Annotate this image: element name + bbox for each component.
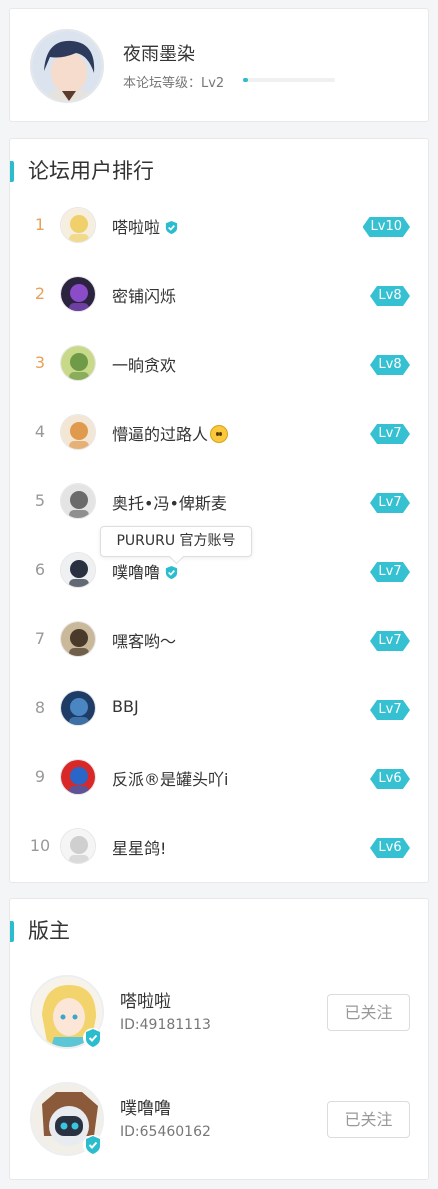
level-progress-bar — [243, 78, 335, 82]
moderator-name[interactable]: 嗒啦啦 — [120, 987, 171, 1012]
rank-number: 5 — [34, 491, 46, 510]
user-name[interactable]: BBJ — [112, 697, 139, 716]
ranking-row[interactable]: 5 奥托•冯•俾斯麦 Lv7 — [10, 477, 430, 527]
user-name[interactable]: 一晌贪欢 — [112, 352, 176, 376]
ranking-row[interactable]: 10 星星鸽! Lv6 — [10, 822, 430, 872]
user-name-text: 一晌贪欢 — [112, 356, 177, 375]
level-progress-fill — [243, 78, 248, 82]
user-avatar[interactable] — [30, 29, 104, 103]
user-name[interactable]: 嗒啦啦 — [112, 214, 179, 238]
rank-number: 7 — [34, 629, 46, 648]
user-avatar[interactable] — [60, 483, 96, 519]
rank-number: 10 — [29, 836, 51, 855]
follow-button[interactable]: 已关注 — [327, 1101, 410, 1138]
level-badge: Lv7 — [370, 700, 410, 720]
moderator-name[interactable]: 噗噜噜 — [120, 1094, 171, 1119]
level-badge: Lv10 — [363, 217, 410, 237]
rank-number: 6 — [34, 560, 46, 579]
user-name[interactable]: 星星鸽! — [112, 835, 166, 859]
official-account-tooltip: PURURU 官方账号 — [100, 526, 252, 557]
moderator-id: ID:65460162 — [120, 1124, 211, 1140]
ranking-row[interactable]: 9 反派®是罐头吖i Lv6 — [10, 753, 430, 803]
user-name-text: BBJ — [112, 697, 139, 716]
rank-number: 2 — [34, 284, 46, 303]
forum-level-label: 本论坛等级：Lv2 — [123, 76, 225, 91]
username[interactable]: 夜雨墨染 — [123, 40, 195, 66]
ranking-row[interactable]: 1 嗒啦啦 Lv10 — [10, 201, 430, 251]
rank-number: 4 — [34, 422, 46, 441]
follow-button[interactable]: 已关注 — [327, 994, 410, 1031]
rank-number: 9 — [34, 767, 46, 786]
level-badge: Lv7 — [370, 424, 410, 444]
ranking-row[interactable]: 7 嘿客哟～ Lv7 — [10, 615, 430, 665]
verified-badge-icon — [83, 1135, 103, 1155]
user-name-text: 懵逼的过路人 — [112, 425, 209, 444]
ranking-row[interactable]: 8 BBJ Lv7 — [10, 684, 430, 734]
moderators-title: 版主 — [10, 919, 70, 943]
user-name[interactable]: 奥托•冯•俾斯麦 — [112, 490, 227, 514]
profile-card: 夜雨墨染 本论坛等级：Lv2 — [9, 8, 429, 122]
user-avatar[interactable] — [60, 552, 96, 588]
user-name[interactable]: 密铺闪烁 — [112, 283, 176, 307]
user-avatar[interactable] — [60, 207, 96, 243]
moderators-title-text: 版主 — [28, 919, 70, 943]
neutral-face-emoji-icon — [210, 425, 229, 443]
level-badge: Lv8 — [370, 355, 410, 375]
ranking-card: 论坛用户排行 1 嗒啦啦 Lv10 2 密铺闪烁 Lv8 3 一晌贪欢 Lv8 … — [9, 138, 429, 883]
user-name-text: 星星鸽! — [112, 839, 167, 858]
user-name-text: 密铺闪烁 — [112, 287, 177, 306]
user-avatar[interactable] — [60, 828, 96, 864]
ranking-title-text: 论坛用户排行 — [28, 159, 154, 183]
user-avatar[interactable] — [60, 345, 96, 381]
user-name[interactable]: 噗噜噜 — [112, 559, 179, 583]
moderators-card: 版主 嗒啦啦 ID:49181113 已关注 噗噜噜 ID:65460162 已… — [9, 898, 429, 1180]
user-name[interactable]: 嘿客哟～ — [112, 628, 176, 652]
user-name-text: 奥托•冯•俾斯麦 — [112, 494, 227, 513]
moderator-item: 噗噜噜 ID:65460162 已关注 — [10, 1082, 430, 1162]
level-badge: Lv8 — [370, 286, 410, 306]
verified-icon — [165, 220, 178, 235]
rank-number: 1 — [34, 215, 46, 234]
user-name-text: 嗒啦啦 — [112, 218, 161, 237]
user-avatar[interactable] — [60, 414, 96, 450]
user-name-text: 噗噜噜 — [112, 563, 161, 582]
user-name[interactable]: 反派®是罐头吖i — [112, 766, 228, 790]
rank-number: 3 — [34, 353, 46, 372]
title-accent-bar — [10, 161, 14, 182]
user-name-text: 嘿客哟～ — [112, 632, 177, 651]
moderator-item: 嗒啦啦 ID:49181113 已关注 — [10, 975, 430, 1055]
ranking-row[interactable]: 2 密铺闪烁 Lv8 — [10, 270, 430, 320]
user-name[interactable]: 懵逼的过路人 — [112, 421, 229, 445]
ranking-title: 论坛用户排行 — [10, 159, 154, 183]
verified-icon — [165, 565, 178, 580]
user-avatar[interactable] — [60, 621, 96, 657]
title-accent-bar — [10, 921, 14, 942]
level-badge: Lv7 — [370, 631, 410, 651]
user-name-text: 反派®是罐头吖i — [112, 770, 229, 789]
level-badge: Lv6 — [370, 838, 410, 858]
ranking-row[interactable]: 3 一晌贪欢 Lv8 — [10, 339, 430, 389]
user-avatar[interactable] — [60, 276, 96, 312]
ranking-row[interactable]: 4 懵逼的过路人 Lv7 — [10, 408, 430, 458]
user-avatar[interactable] — [60, 759, 96, 795]
user-avatar[interactable] — [60, 690, 96, 726]
verified-badge-icon — [83, 1028, 103, 1048]
level-badge: Lv6 — [370, 769, 410, 789]
rank-number: 8 — [34, 698, 46, 717]
level-badge: Lv7 — [370, 493, 410, 513]
moderator-id: ID:49181113 — [120, 1017, 211, 1033]
level-badge: Lv7 — [370, 562, 410, 582]
